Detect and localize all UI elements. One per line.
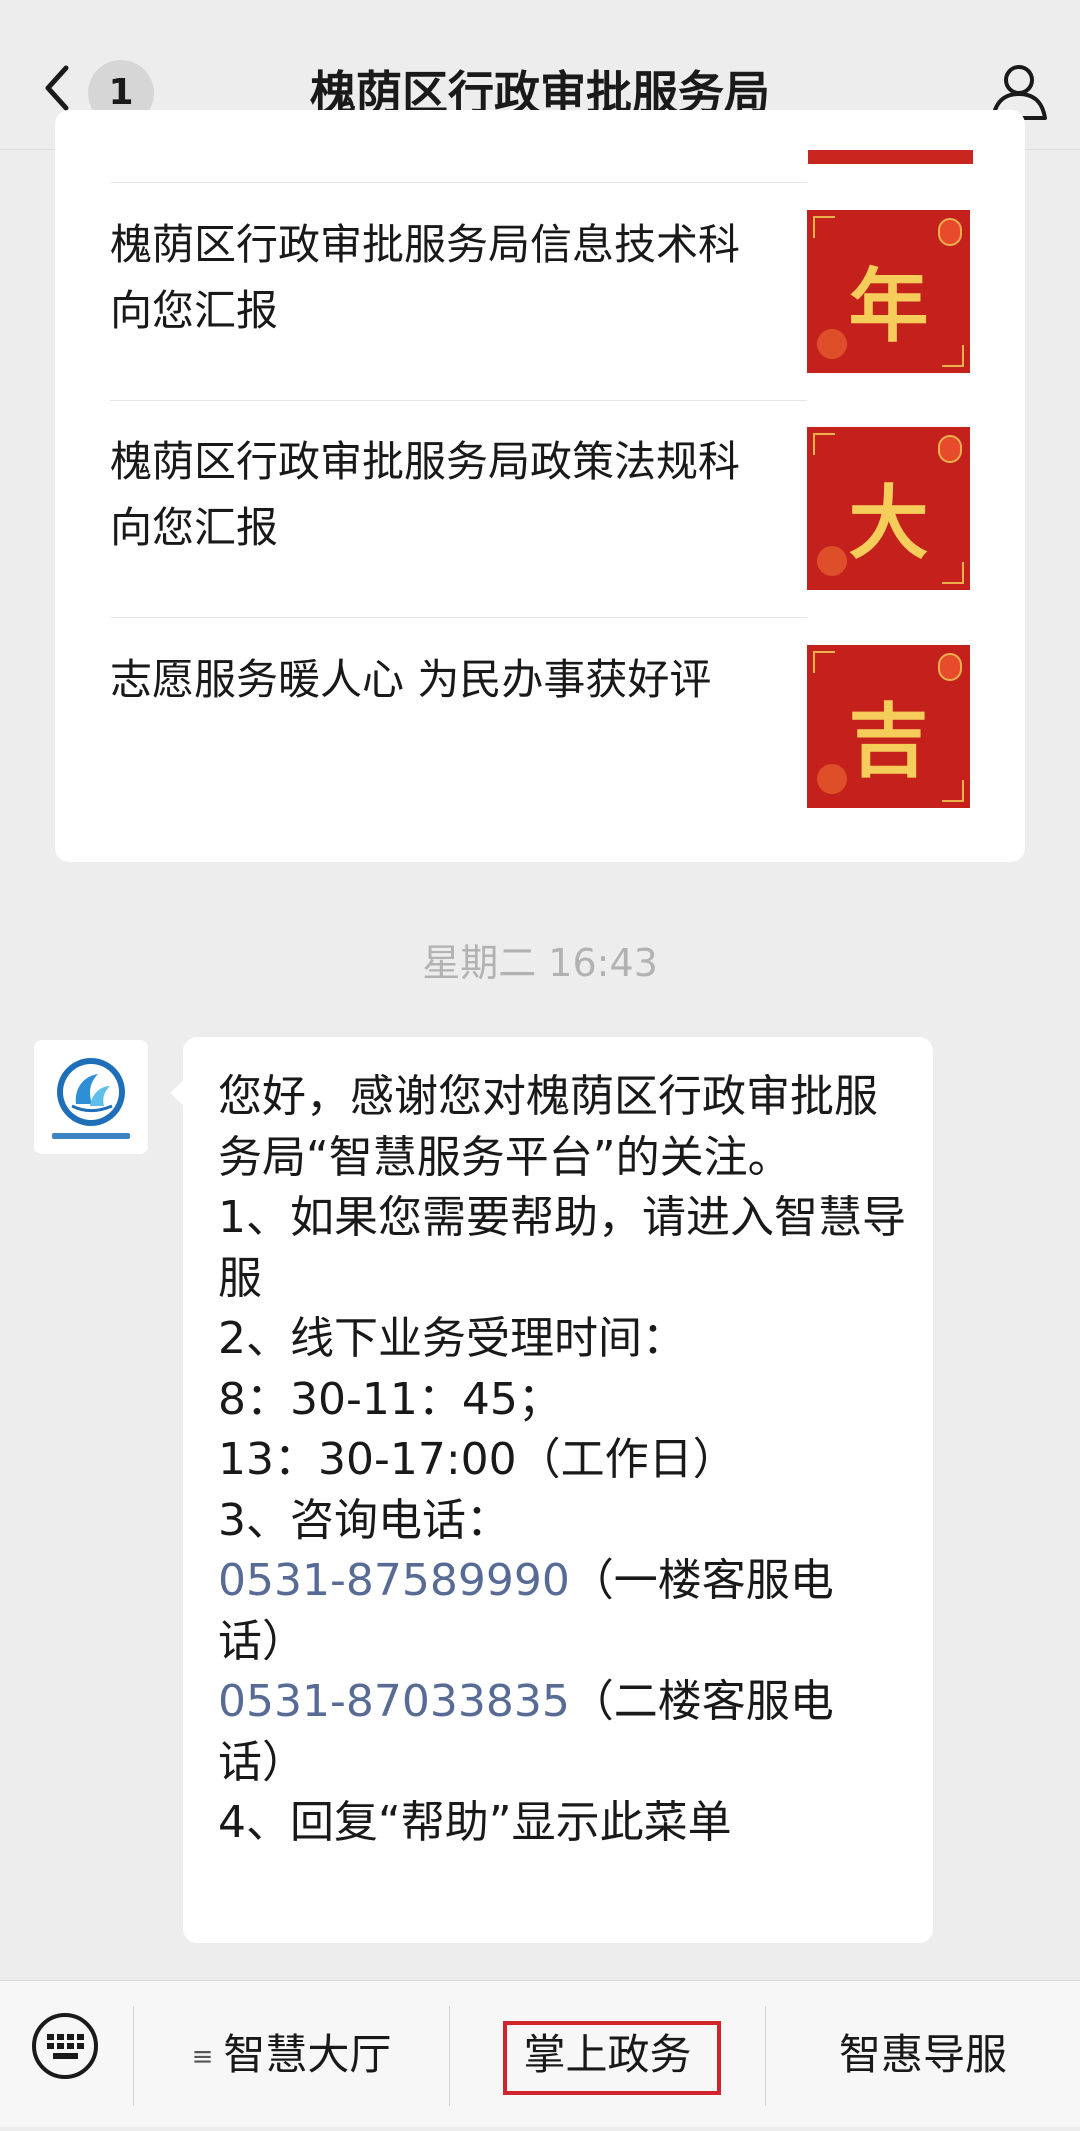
decor-corner [813, 433, 835, 455]
phone-link-1[interactable]: 0531-87589990 [218, 1555, 570, 1606]
article-card: 槐荫区行政审批服务局信息技术科向您汇报 年 槐荫区行政审批服务局政策法规科向您汇… [55, 110, 1025, 862]
menu-item-smart-guide[interactable]: 智惠导服 [766, 1981, 1080, 2128]
previous-article-thumbnail[interactable] [808, 150, 973, 164]
message-item-3-title: 3、咨询电话： [218, 1494, 510, 1546]
message-timestamp: 星期二 16:43 [422, 941, 658, 985]
article-thumbnail: 吉 [807, 645, 970, 808]
message-hours-morning: 8：30-11：45； [218, 1373, 562, 1425]
message-item-2-title: 2、线下业务受理时间： [218, 1313, 686, 1364]
decor-corner [813, 651, 835, 673]
message-intro: 您好，感谢您对槐荫区行政审批服务局“智慧服务平台”的关注。 [218, 1071, 878, 1183]
thumbnail-character: 吉 [848, 694, 929, 788]
menu-item-label: 智惠导服 [838, 2030, 1007, 2079]
account-avatar[interactable] [34, 1040, 148, 1154]
chevron-left-icon [45, 65, 69, 111]
article-title: 志愿服务暖人心 为民办事获好评 [110, 655, 712, 704]
article-title: 槐荫区行政审批服务局政策法规科向您汇报 [110, 437, 741, 552]
phone-link-2[interactable]: 0531-87033835 [218, 1676, 570, 1727]
keyboard-toggle-button[interactable] [30, 2011, 100, 2081]
back-button[interactable] [38, 58, 78, 118]
message-hours-afternoon: 13：30-17:00（工作日） [218, 1434, 737, 1485]
thumbnail-character: 年 [848, 259, 929, 353]
article-title: 槐荫区行政审批服务局信息技术科向您汇报 [110, 220, 741, 335]
menu-item-smart-hall[interactable]: ≡ 智慧大厅 [134, 1981, 449, 2128]
bubble-tail [170, 1080, 184, 1106]
message-item-1[interactable]: 1、如果您需要帮助，请进入智慧导服 [218, 1192, 906, 1304]
decor-corner [813, 216, 835, 238]
highlight-annotation-box [503, 2021, 721, 2095]
keyboard-icon [32, 2013, 98, 2079]
submenu-icon: ≡ [191, 2042, 214, 2072]
divider [110, 617, 807, 618]
thumbnail-character: 大 [848, 476, 929, 570]
divider [110, 182, 807, 183]
logo-icon [52, 1058, 130, 1139]
article-thumbnail: 大 [807, 427, 970, 590]
menu-item-label: 智慧大厅 [223, 2030, 392, 2079]
article-thumbnail: 年 [807, 210, 970, 373]
divider [110, 400, 807, 401]
message-bubble[interactable]: 您好，感谢您对槐荫区行政审批服务局“智慧服务平台”的关注。 1、如果您需要帮助，… [183, 1037, 933, 1943]
message-item-4: 4、回复“帮助”显示此菜单 [218, 1797, 732, 1848]
message-text: 您好，感谢您对槐荫区行政审批服务局“智慧服务平台”的关注。 1、如果您需要帮助，… [218, 1067, 908, 1854]
